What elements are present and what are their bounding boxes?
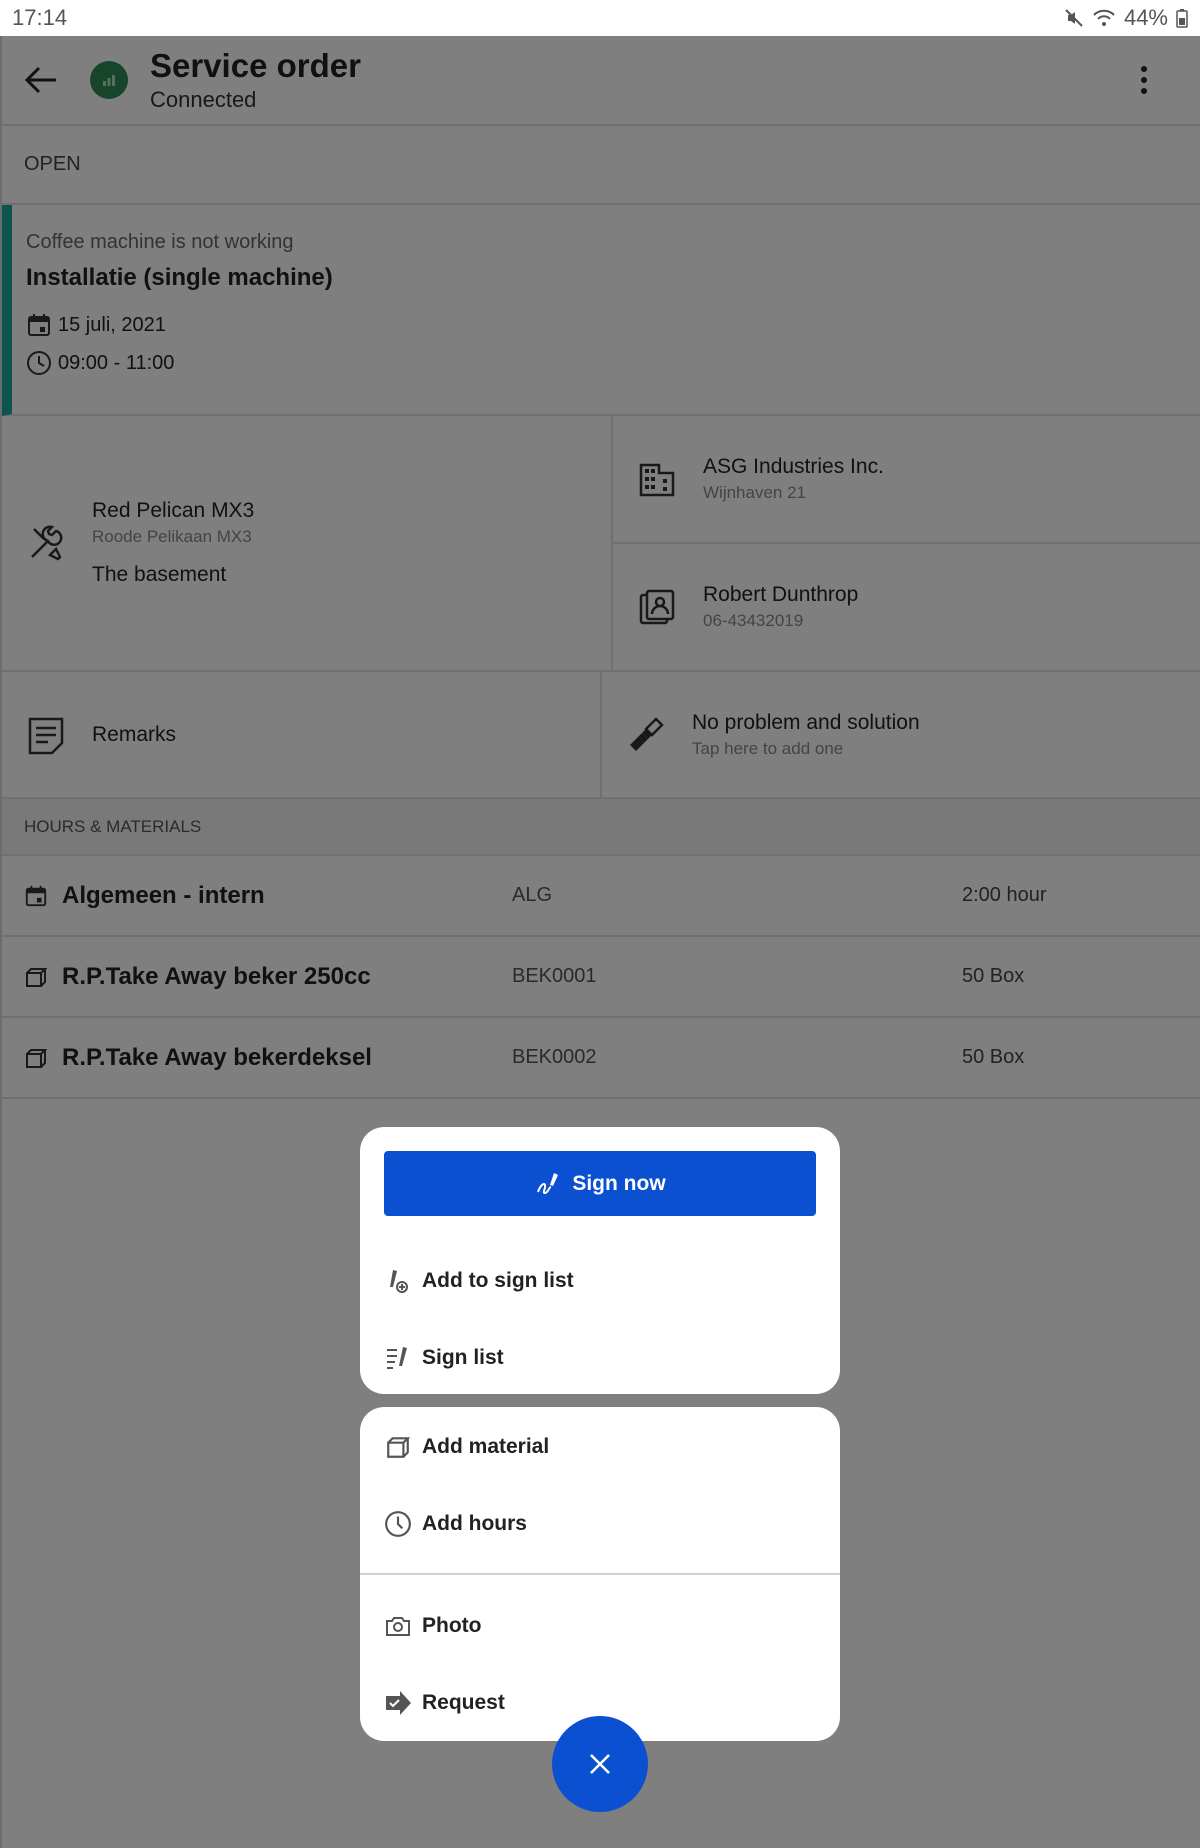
sign-list-label: Sign list: [422, 1346, 504, 1369]
wifi-icon: [1093, 9, 1115, 26]
sign-list-item[interactable]: Sign list: [384, 1338, 504, 1378]
menu-divider: [360, 1573, 840, 1575]
status-bar: 17:14 44%: [0, 0, 1200, 36]
request-label: Request: [422, 1691, 505, 1714]
battery-icon: [1176, 9, 1188, 28]
clock-icon: [384, 1510, 412, 1538]
actions-menu: Add material Add hours Photo Request: [360, 1407, 840, 1741]
sign-list-icon: [384, 1344, 412, 1372]
close-icon: [590, 1754, 610, 1774]
add-to-sign-list-item[interactable]: Add to sign list: [384, 1261, 574, 1301]
sign-menu: Sign now Add to sign list Sign list: [360, 1127, 840, 1394]
status-icons: 44%: [1064, 5, 1188, 31]
add-material-item[interactable]: Add material: [384, 1427, 549, 1467]
box-icon: [384, 1433, 412, 1461]
close-menu-button[interactable]: [552, 1716, 648, 1812]
status-time: 17:14: [12, 5, 68, 30]
sign-now-button[interactable]: Sign now: [384, 1151, 816, 1216]
pen-add-icon: [384, 1267, 412, 1295]
photo-item[interactable]: Photo: [384, 1606, 481, 1646]
request-arrow-icon: [384, 1689, 412, 1717]
add-hours-label: Add hours: [422, 1512, 527, 1535]
signature-icon: [537, 1172, 559, 1194]
battery-percent: 44%: [1123, 5, 1168, 30]
add-hours-item[interactable]: Add hours: [384, 1504, 527, 1544]
mute-icon: [1065, 9, 1083, 27]
request-item[interactable]: Request: [384, 1683, 505, 1723]
add-material-label: Add material: [422, 1435, 550, 1458]
camera-icon: [384, 1612, 412, 1640]
sign-now-label: Sign now: [572, 1171, 666, 1195]
photo-label: Photo: [422, 1614, 482, 1637]
add-to-sign-list-label: Add to sign list: [422, 1269, 574, 1292]
